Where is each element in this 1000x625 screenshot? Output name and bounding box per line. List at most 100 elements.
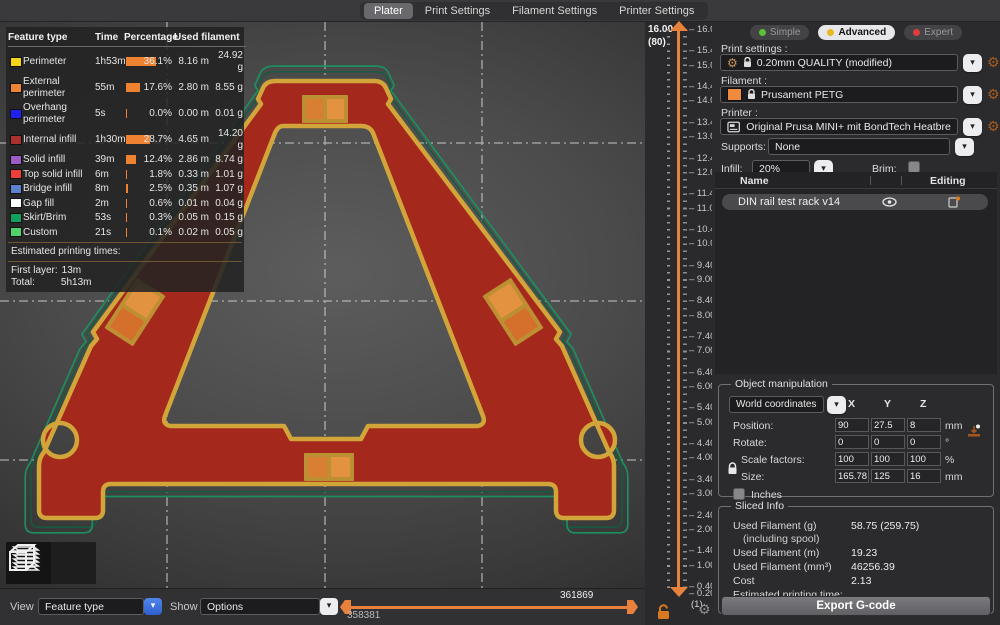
sliced-info-label: Used Filament (g) xyxy=(733,520,816,532)
layer-slider-lower-thumb[interactable] xyxy=(670,587,688,597)
legend-time: 2m xyxy=(95,197,124,211)
layer-slider-track[interactable] xyxy=(677,29,680,595)
legend-percentage-cell: 2.5% xyxy=(124,183,174,194)
legend-separator xyxy=(8,242,242,243)
move-slider-track[interactable] xyxy=(350,606,628,609)
view-type-chevron-button[interactable]: ▾ xyxy=(144,598,162,615)
legend-percentage-bar xyxy=(126,155,136,164)
filament-dropdown[interactable]: Prusament PETG xyxy=(720,86,958,103)
drop-to-bed-icon[interactable] xyxy=(967,424,981,438)
legend-time: 5s xyxy=(95,107,124,121)
manip-row-label: Rotate: xyxy=(733,437,767,449)
manip-unit: mm xyxy=(945,420,963,432)
mode-dot-icon xyxy=(913,29,920,36)
manip-field-scalefactors-z[interactable]: 100 xyxy=(907,452,941,466)
mode-dot-icon xyxy=(759,29,766,36)
filament-chevron-button[interactable]: ▾ xyxy=(963,86,982,104)
scale-lock-icon[interactable] xyxy=(727,462,738,475)
layer-range-unlock-icon[interactable] xyxy=(656,604,671,620)
legend-percentage-value: 17.6% xyxy=(144,82,172,93)
tab-plater[interactable]: Plater xyxy=(364,3,413,19)
mode-button-expert[interactable]: Expert xyxy=(904,25,962,40)
layer-minor-ticks-right xyxy=(683,29,687,594)
mode-button-advanced[interactable]: Advanced xyxy=(818,25,895,40)
legend-percentage-bar xyxy=(126,184,128,193)
object-row[interactable]: DIN rail test rack v14 xyxy=(722,194,988,210)
legend-weight: 1.01 g xyxy=(212,168,246,182)
supports-dropdown[interactable]: None xyxy=(768,138,950,155)
object-list: Name Editing DIN rail test rack v14 xyxy=(715,172,997,374)
export-gcode-button[interactable]: Export G-code xyxy=(721,596,991,616)
first-layer-value: 13m xyxy=(62,265,81,276)
supports-chevron-button[interactable]: ▾ xyxy=(955,138,974,156)
manip-field-scalefactors-x[interactable]: 100 xyxy=(835,452,869,466)
manip-field-position-x[interactable]: 90 xyxy=(835,418,869,432)
sliced-info-value: 58.75 (259.75) xyxy=(851,520,919,532)
legend-percentage-bar xyxy=(126,109,127,118)
plater-3d-viewport[interactable]: Feature type Time Percentage Used filame… xyxy=(0,22,645,588)
view-type-dropdown[interactable]: Feature type xyxy=(38,598,144,615)
filament-color-swatch xyxy=(727,88,742,101)
printer-dropdown[interactable]: Original Prusa MINI+ mit BondTech Heatbr… xyxy=(720,118,958,135)
manip-field-rotate-x[interactable]: 0 xyxy=(835,435,869,449)
coordinates-dropdown[interactable]: World coordinates xyxy=(729,396,824,413)
slider-settings-gear-icon[interactable]: ⚙ xyxy=(698,603,711,617)
infill-pad-bottom xyxy=(304,453,354,481)
manip-field-size-z[interactable]: 16 xyxy=(907,469,941,483)
column-divider xyxy=(901,176,902,185)
print-settings-chevron-button[interactable]: ▾ xyxy=(963,54,982,72)
show-options-chevron-button[interactable]: ▾ xyxy=(320,598,338,615)
move-slider-right-handle[interactable] xyxy=(627,600,638,614)
view-layers-button[interactable] xyxy=(51,542,96,584)
inches-checkbox[interactable] xyxy=(733,488,745,500)
lock-icon xyxy=(747,89,756,100)
show-options-dropdown[interactable]: Options xyxy=(200,598,320,615)
legend-percentage-cell: 0.6% xyxy=(124,198,174,209)
legend-feature-name: Gap fill xyxy=(23,197,95,211)
legend-swatch xyxy=(10,184,22,194)
eye-visibility-icon[interactable] xyxy=(882,197,897,207)
legend-swatch xyxy=(10,155,22,165)
legend-percentage-value: 2.5% xyxy=(149,183,172,194)
tab-printer-settings[interactable]: Printer Settings xyxy=(609,3,704,19)
layer-slider-upper-thumb[interactable] xyxy=(670,21,688,31)
tab-filament-settings[interactable]: Filament Settings xyxy=(502,3,607,19)
mode-button-simple[interactable]: Simple xyxy=(750,25,810,40)
legend-length: 4.65 m xyxy=(174,133,212,147)
name-column-header: Name xyxy=(740,175,769,187)
coordinates-chevron-button[interactable]: ▾ xyxy=(827,396,846,414)
legend-percentage-value: 12.4% xyxy=(144,154,172,165)
filament-gear-button[interactable]: ⚙ xyxy=(987,88,1000,102)
tab-print-settings[interactable]: Print Settings xyxy=(415,3,500,19)
sliced-info-row: Used Filament (g) 58.75 (259.75) xyxy=(733,520,985,532)
manip-field-size-y[interactable]: 125 xyxy=(871,469,905,483)
manip-field-position-y[interactable]: 27.5 xyxy=(871,418,905,432)
manip-field-position-z[interactable]: 8 xyxy=(907,418,941,432)
chevron-down-icon: ▾ xyxy=(970,91,975,100)
edit-object-icon[interactable] xyxy=(948,196,960,208)
layer-slider-strip: 16.00 (80) (1) ⚙ – 16.00– 15.40– 15.00– … xyxy=(645,22,712,625)
view-label: View xyxy=(10,601,34,613)
supports-label: Supports: xyxy=(721,141,766,153)
printer-gear-button[interactable]: ⚙ xyxy=(987,120,1000,134)
legend-swatch xyxy=(10,198,22,208)
legend-time: 1h30m xyxy=(95,133,124,147)
print-settings-dropdown[interactable]: ⚙ 0.20mm QUALITY (modified) xyxy=(720,54,958,71)
manip-field-size-x[interactable]: 165.78 xyxy=(835,469,869,483)
manip-field-rotate-z[interactable]: 0 xyxy=(907,435,941,449)
sliced-info-label: Used Filament (mm³) xyxy=(733,561,832,573)
legend-percentage-bar xyxy=(126,213,127,222)
legend-weight: 24.92 g xyxy=(212,49,246,74)
move-slider-min-value: 358381 xyxy=(347,610,380,621)
manip-field-rotate-y[interactable]: 0 xyxy=(871,435,905,449)
manip-field-scalefactors-y[interactable]: 100 xyxy=(871,452,905,466)
legend-swatch xyxy=(10,169,22,179)
view-type-value: Feature type xyxy=(45,601,104,613)
preview-bottom-bar: View Feature type ▾ Show Options ▾ 36186… xyxy=(0,588,645,625)
feature-type-legend: Feature type Time Percentage Used filame… xyxy=(6,27,244,292)
printer-chevron-button[interactable]: ▾ xyxy=(963,118,982,136)
column-divider xyxy=(870,176,871,185)
print-settings-gear-button[interactable]: ⚙ xyxy=(987,56,1000,70)
legend-header-feature: Feature type xyxy=(8,30,95,47)
legend-weight: 8.74 g xyxy=(212,153,246,167)
